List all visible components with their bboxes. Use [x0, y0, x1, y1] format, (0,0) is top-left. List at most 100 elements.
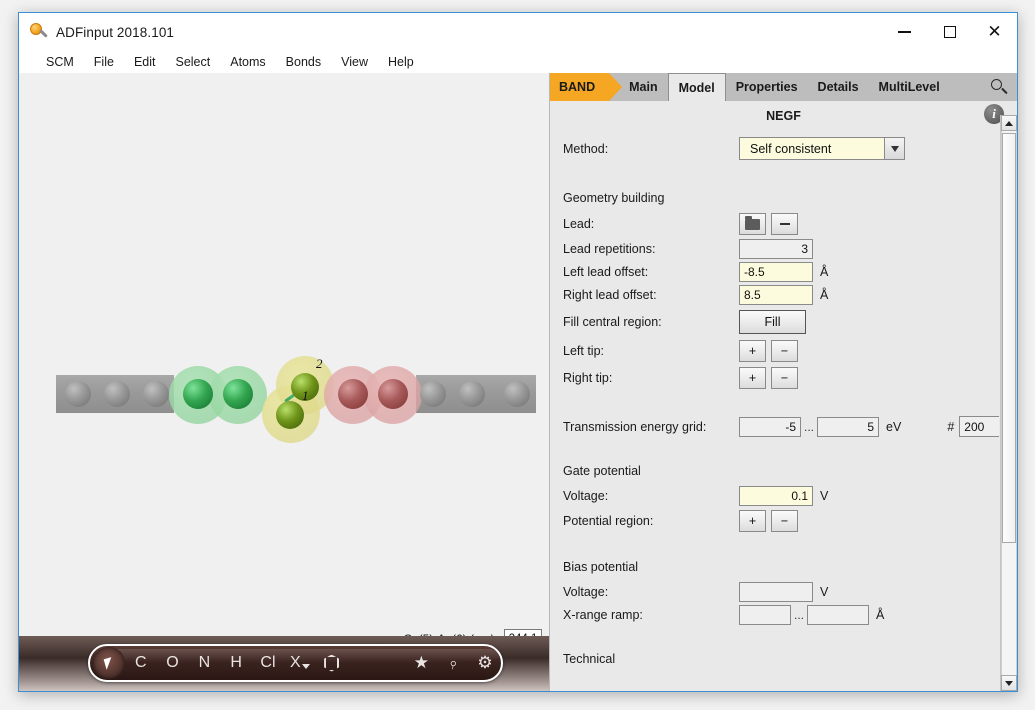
window-controls: ✕	[882, 13, 1017, 51]
tab-band[interactable]: BAND	[550, 73, 623, 101]
left-tip-remove-button[interactable]: −	[771, 340, 798, 362]
geometry-building-heading: Geometry building	[563, 191, 665, 205]
lead-row: Lead:	[563, 213, 798, 235]
left-tip-atom-1[interactable]	[183, 379, 213, 409]
scroll-track[interactable]	[1001, 131, 1017, 675]
element-nitrogen-button[interactable]: N	[188, 646, 220, 680]
lead-label: Lead:	[563, 217, 595, 231]
atom-label-2: 2	[316, 356, 323, 371]
maximize-button[interactable]	[927, 13, 972, 51]
central-atom-1[interactable]	[276, 401, 304, 429]
menu-bonds[interactable]: Bonds	[277, 53, 330, 71]
fill-central-region-label: Fill central region:	[563, 315, 662, 329]
molecule-viewer-pane: 1 2 Bond order: 3.0	[19, 73, 550, 691]
transmission-unit: eV	[886, 419, 902, 434]
maximize-icon	[943, 26, 956, 38]
menu-bar: SCM File Edit Select Atoms Bonds View He…	[19, 51, 1017, 73]
xrange-max-input[interactable]	[807, 605, 870, 625]
xrange-min-input[interactable]	[739, 605, 791, 625]
right-lead-offset-unit: Å	[820, 288, 829, 302]
menu-view[interactable]: View	[332, 53, 377, 71]
left-tip-atom-2[interactable]	[223, 379, 253, 409]
lead-atom-right-3[interactable]	[504, 381, 530, 407]
window-title: ADFinput 2018.101	[56, 24, 175, 40]
menu-help[interactable]: Help	[379, 53, 423, 71]
left-tip-add-button[interactable]: +	[739, 340, 766, 362]
element-hydrogen-button[interactable]: H	[220, 646, 252, 680]
range-ellipsis: ...	[804, 419, 815, 434]
tab-model[interactable]: Model	[667, 73, 726, 101]
application-root: ADFinput 2018.101 ✕ SCM File Edit Select…	[0, 0, 1035, 710]
tab-main[interactable]: Main	[609, 73, 667, 101]
transmission-min-input[interactable]: -5	[739, 416, 801, 437]
right-tip-atom-2[interactable]	[378, 379, 408, 409]
gate-voltage-input[interactable]: 0.1	[739, 486, 813, 506]
chevron-down-icon	[301, 663, 310, 669]
scroll-thumb[interactable]	[1002, 133, 1016, 543]
transmission-count-stepper[interactable]: 200	[959, 416, 999, 437]
potential-region-label: Potential region:	[563, 514, 654, 528]
method-label: Method:	[563, 141, 609, 156]
element-other-button[interactable]: X	[284, 646, 316, 680]
left-lead-offset-row: Left lead offset: -8.5 Å	[563, 262, 828, 282]
benzene-ring-button[interactable]	[316, 646, 348, 680]
lead-atom-right-1[interactable]	[420, 381, 446, 407]
hexagon-icon	[324, 654, 340, 672]
right-lead-offset-row: Right lead offset: 8.5 Å	[563, 285, 828, 305]
tab-details[interactable]: Details	[808, 73, 869, 101]
transmission-max-input[interactable]: 5	[817, 416, 880, 437]
potential-region-remove-button[interactable]: −	[771, 510, 798, 532]
scroll-down-button[interactable]	[1001, 675, 1017, 691]
right-tip-row: Right tip: + −	[563, 367, 798, 389]
close-button[interactable]: ✕	[972, 13, 1017, 51]
scroll-up-button[interactable]	[1001, 115, 1017, 131]
lead-atom-left-1[interactable]	[65, 381, 91, 407]
menu-scm[interactable]: SCM	[37, 53, 83, 71]
search-icon[interactable]	[989, 77, 1009, 97]
transmission-energy-grid-label: Transmission energy grid:	[563, 419, 707, 434]
fill-button[interactable]: Fill	[739, 310, 806, 334]
xrange-ellipsis: ...	[794, 608, 805, 622]
method-select[interactable]: Self consistent	[739, 137, 905, 160]
menu-select[interactable]: Select	[166, 53, 219, 71]
lead-browse-button[interactable]	[739, 213, 766, 235]
lead-atom-left-2[interactable]	[104, 381, 130, 407]
element-oxygen-button[interactable]: O	[157, 646, 189, 680]
right-lead-offset-input[interactable]: 8.5	[739, 285, 813, 305]
panel-vertical-scrollbar[interactable]	[1000, 115, 1017, 691]
atom-chain: 1 2	[19, 73, 549, 638]
chevron-down-icon[interactable]	[884, 138, 904, 159]
potential-region-add-button[interactable]: +	[739, 510, 766, 532]
right-tip-add-button[interactable]: +	[739, 367, 766, 389]
lead-repetitions-input[interactable]: 3	[739, 239, 813, 259]
bias-voltage-row: Voltage: V	[563, 582, 828, 602]
right-tip-atom-1[interactable]	[338, 379, 368, 409]
lead-remove-button[interactable]	[771, 213, 798, 235]
lead-atom-left-3[interactable]	[143, 381, 169, 407]
menu-edit[interactable]: Edit	[125, 53, 165, 71]
right-tip-remove-button[interactable]: −	[771, 367, 798, 389]
transmission-count-value: 200	[964, 419, 985, 434]
lead-atom-right-2[interactable]	[459, 381, 485, 407]
tab-multilevel[interactable]: MultiLevel	[869, 73, 950, 101]
bias-voltage-input[interactable]	[739, 582, 813, 602]
minus-icon	[779, 223, 790, 225]
title-bar: ADFinput 2018.101 ✕	[19, 13, 1017, 51]
transmission-energy-grid-row: Transmission energy grid: -5 ... 5 eV # …	[563, 416, 999, 437]
element-chlorine-button[interactable]: Cl	[252, 646, 284, 680]
app-icon	[28, 21, 50, 43]
menu-atoms[interactable]: Atoms	[221, 53, 274, 71]
bias-voltage-unit: V	[820, 585, 829, 599]
element-carbon-button[interactable]: C	[125, 646, 157, 680]
settings-gear-icon[interactable]: ⚙	[469, 646, 501, 680]
atom-label-1: 1	[302, 388, 309, 403]
select-cursor-icon[interactable]	[93, 647, 125, 679]
panel-header: NEGF i	[550, 101, 1017, 131]
left-lead-offset-input[interactable]: -8.5	[739, 262, 813, 282]
molecule-canvas[interactable]: 1 2	[19, 73, 549, 638]
tab-properties[interactable]: Properties	[726, 73, 808, 101]
lead-repetitions-label: Lead repetitions:	[563, 242, 656, 256]
minimize-button[interactable]	[882, 13, 927, 51]
xrange-ramp-label: X-range ramp:	[563, 608, 643, 622]
menu-file[interactable]: File	[85, 53, 123, 71]
